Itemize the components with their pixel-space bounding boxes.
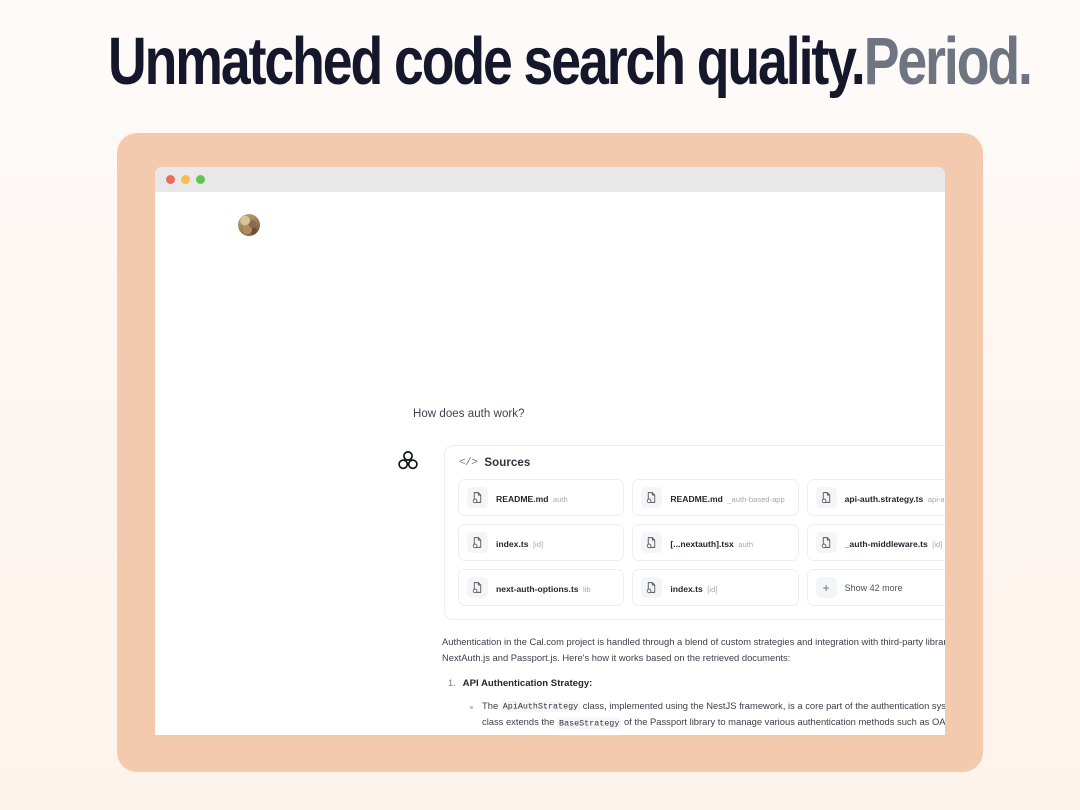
sources-panel: </> Sources README.md auth README.md _au… (444, 445, 945, 620)
source-card[interactable]: next-auth-options.ts lib (458, 569, 625, 606)
user-message: How does auth work? (413, 408, 525, 420)
source-file-name: README.md (496, 493, 549, 504)
plus-icon: + (815, 577, 837, 598)
headline-secondary: Period. (863, 24, 1033, 99)
source-file-name: api-auth.strategy.ts (844, 493, 924, 504)
source-file-path: _auth-based-app (727, 494, 785, 504)
answer-intro: Authentication in the Cal.com project is… (442, 636, 945, 664)
page-title: Unmatched code search quality.Period. (108, 0, 1033, 99)
file-github-icon (815, 487, 837, 508)
three-circles-logo-icon (395, 448, 421, 474)
source-file-name: next-auth-options.ts (496, 583, 579, 594)
source-file-path: auth (552, 494, 568, 504)
window-minimize-button[interactable] (181, 175, 190, 184)
show-more-sources-button[interactable]: + Show 42 more (806, 569, 945, 606)
inline-code: BaseStrategy (557, 717, 622, 729)
answer-bullet-list: The ApiAuthStrategy class, implemented u… (470, 698, 945, 735)
source-card[interactable]: README.md auth (458, 479, 625, 516)
source-file-path: [id] (707, 584, 718, 594)
bullet-text-part: The (482, 699, 501, 711)
answer-section-heading: 1. API Authentication Strategy: (448, 676, 945, 693)
show-more-label: Show 42 more (844, 582, 903, 593)
source-card[interactable]: [...nextauth].tsx auth (632, 524, 799, 561)
source-card[interactable]: index.ts [id] (458, 524, 625, 561)
avatar (238, 214, 260, 236)
file-github-icon (467, 532, 488, 553)
source-card[interactable]: index.ts [id] (632, 569, 799, 606)
section-number: 1. (448, 678, 456, 689)
file-github-icon (641, 487, 663, 508)
browser-window: How does auth work? </> Sources README.m… (155, 167, 945, 735)
file-github-icon (815, 532, 837, 553)
source-file-path: [id] (532, 539, 544, 549)
window-zoom-button[interactable] (196, 175, 205, 184)
list-item: The ApiAuthStrategy class, implemented u… (470, 698, 945, 735)
source-card[interactable]: _auth-middleware.ts [id] (806, 524, 945, 561)
source-file-path: [id] (932, 539, 943, 549)
sources-header[interactable]: </> Sources (445, 446, 945, 479)
source-file-name: README.md (670, 493, 723, 504)
hero-accent-card: How does auth work? </> Sources README.m… (117, 133, 983, 772)
section-title: API Authentication Strategy: (462, 678, 593, 690)
sources-title: Sources (484, 456, 531, 469)
source-card[interactable]: README.md _auth-based-app (632, 479, 799, 516)
source-file-name: index.ts (496, 538, 529, 549)
chat-view: How does auth work? </> Sources README.m… (155, 192, 945, 735)
file-github-icon (641, 532, 663, 553)
source-card[interactable]: api-auth.strategy.ts api-auth (806, 479, 945, 516)
source-file-path: api-auth (927, 494, 945, 504)
file-github-icon (467, 487, 488, 508)
code-brackets-icon: </> (459, 456, 478, 469)
source-file-name: index.ts (670, 583, 703, 594)
source-file-name: [...nextauth].tsx (670, 538, 734, 549)
sources-grid: README.md auth README.md _auth-based-app… (445, 479, 945, 619)
file-github-icon (641, 577, 663, 598)
source-file-name: _auth-middleware.ts (844, 538, 928, 549)
inline-code: ApiAuthStrategy (500, 701, 581, 713)
window-close-button[interactable] (166, 175, 175, 184)
bullet-text: The ApiAuthStrategy class, implemented u… (482, 698, 945, 735)
source-file-path: auth (738, 539, 754, 549)
headline-primary: Unmatched code search quality. (108, 24, 866, 99)
source-file-path: lib (583, 584, 591, 594)
bullet-dot-icon (470, 705, 473, 709)
assistant-answer: Authentication in the Cal.com project is… (442, 634, 945, 735)
file-github-icon (467, 577, 488, 598)
window-titlebar (155, 167, 945, 192)
